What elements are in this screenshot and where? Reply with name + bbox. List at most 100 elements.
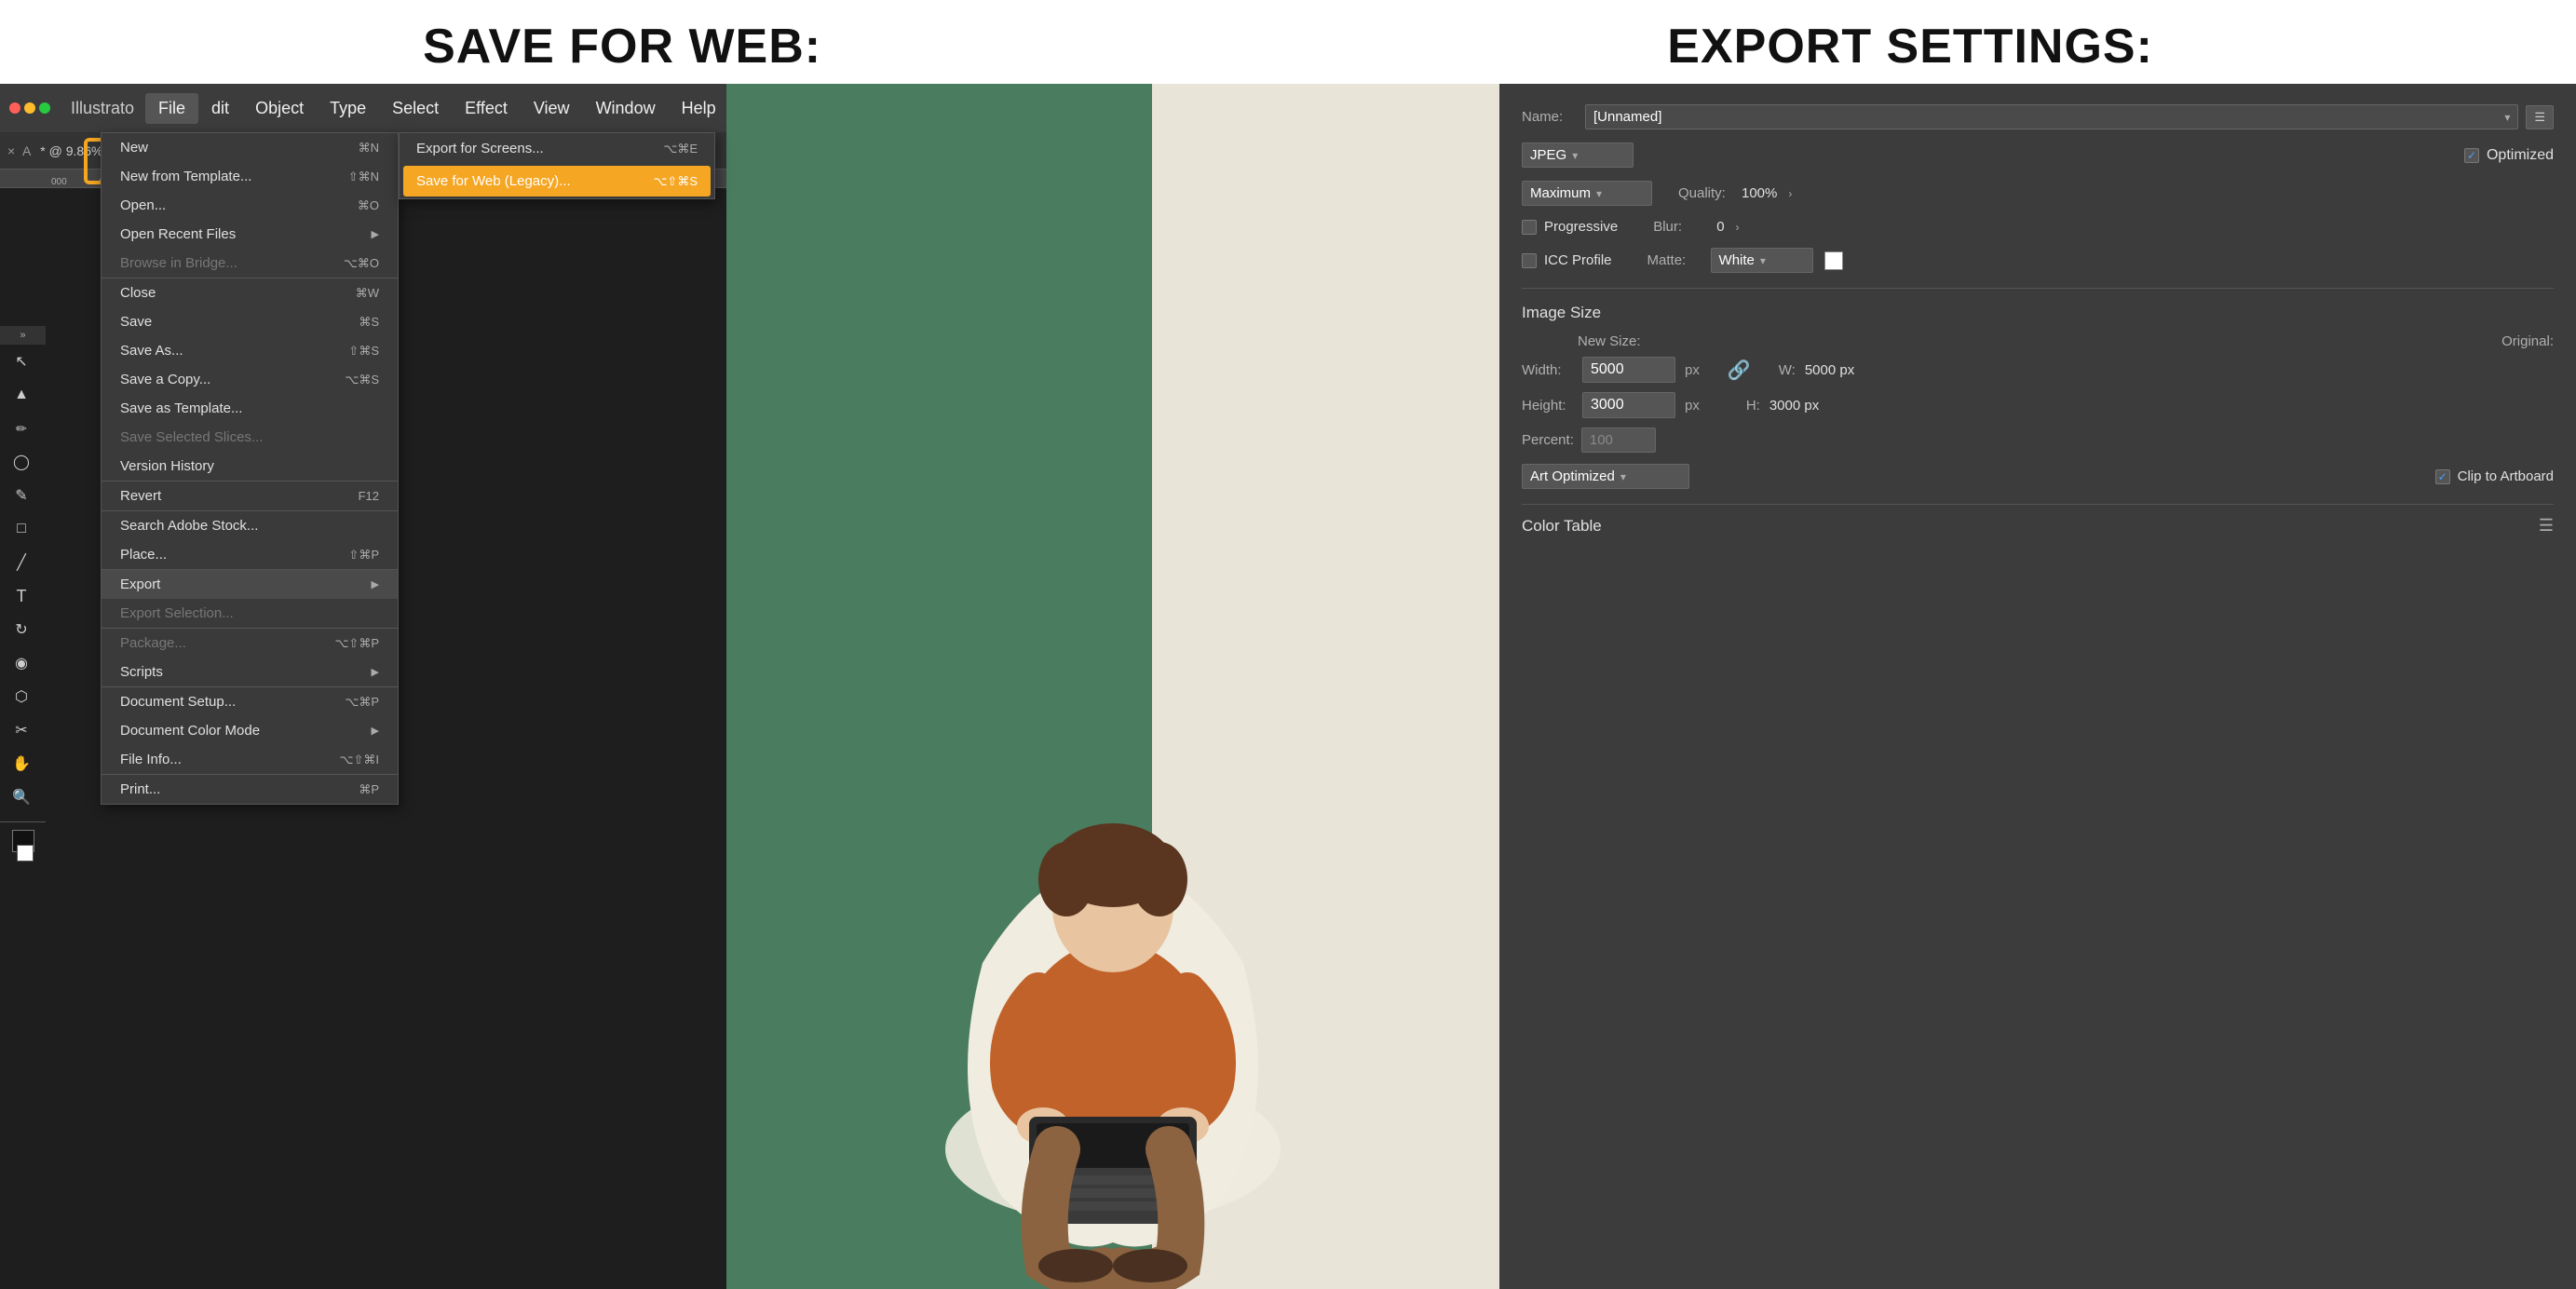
illustration-area	[726, 84, 1499, 1289]
menu-item-package: Package... ⌥⇧⌘P	[102, 628, 398, 658]
optimized-label: Optimized	[2487, 147, 2554, 164]
menu-item-open-recent[interactable]: Open Recent Files	[102, 220, 398, 249]
name-row: Name: [Unnamed] ▾ ☰	[1522, 104, 2554, 129]
menu-item-bridge: Browse in Bridge... ⌥⌘O	[102, 249, 398, 278]
divider-1	[1522, 288, 2554, 289]
maximize-button[interactable]	[39, 102, 50, 114]
original-w-label: W:	[1779, 362, 1796, 378]
matte-color-swatch[interactable]	[1824, 251, 1843, 270]
tool-fill[interactable]: ◉	[0, 646, 43, 680]
matte-label: Matte:	[1647, 252, 1703, 268]
menu-item-version-history[interactable]: Version History	[102, 452, 398, 481]
resample-dropdown[interactable]: Art Optimized ▾	[1522, 464, 1689, 489]
resample-row: Art Optimized ▾ Clip to Artboard	[1522, 464, 2554, 489]
tool-line[interactable]: ╱	[0, 546, 43, 579]
tool-zoom[interactable]: 🔍	[0, 780, 43, 814]
progressive-checkbox[interactable]	[1522, 220, 1537, 235]
menu-bar: Illustrato File dit Object Type Select E…	[0, 84, 726, 132]
menu-select[interactable]: Select	[379, 93, 452, 124]
quality-preset-arrow: ▾	[1596, 187, 1602, 200]
menu-item-export[interactable]: Export	[102, 569, 398, 599]
tool-pen[interactable]: ✏	[0, 412, 43, 445]
menu-item-place[interactable]: Place... ⇧⌘P	[102, 540, 398, 569]
original-h-label: H:	[1746, 398, 1760, 414]
menu-item-doc-setup[interactable]: Document Setup... ⌥⌘P	[102, 686, 398, 716]
image-size-section: Image Size New Size: Original: Width: px…	[1522, 304, 2554, 489]
tool-type[interactable]: T	[0, 579, 43, 613]
percent-row: Percent:	[1522, 427, 2554, 453]
menu-item-save[interactable]: Save ⌘S	[102, 307, 398, 336]
menu-item-close[interactable]: Close ⌘W	[102, 278, 398, 307]
optimized-checkbox[interactable]	[2464, 148, 2479, 163]
menu-item-doc-color[interactable]: Document Color Mode	[102, 716, 398, 745]
menu-file[interactable]: File	[145, 93, 198, 124]
clip-label: Clip to Artboard	[2458, 468, 2554, 484]
name-dropdown-arrow: ▾	[2504, 111, 2510, 124]
menu-item-file-info[interactable]: File Info... ⌥⇧⌘I	[102, 745, 398, 774]
submenu-save-for-web[interactable]: Save for Web (Legacy)... ⌥⇧⌘S	[403, 166, 711, 197]
menu-object[interactable]: Object	[242, 93, 317, 124]
resample-arrow: ▾	[1620, 470, 1626, 483]
close-button[interactable]	[9, 102, 20, 114]
name-dropdown[interactable]: [Unnamed] ▾	[1585, 104, 2518, 129]
save-for-web-heading: SAVE FOR WEB:	[423, 19, 821, 75]
matte-dropdown[interactable]: White ▾	[1711, 248, 1813, 273]
menu-type[interactable]: Type	[317, 93, 379, 124]
tool-direct-select[interactable]: ▲	[0, 378, 43, 412]
original-w-value: 5000 px	[1805, 362, 1854, 378]
format-arrow: ▾	[1572, 149, 1578, 162]
menu-item-open[interactable]: Open... ⌘O	[102, 191, 398, 220]
menu-item-search-stock[interactable]: Search Adobe Stock...	[102, 510, 398, 540]
tool-brush[interactable]: ✎	[0, 479, 43, 512]
illustrator-screenshot: Illustrato File dit Object Type Select E…	[0, 84, 726, 1289]
tool-mesh[interactable]: ⬡	[0, 680, 43, 713]
tool-rect[interactable]: □	[0, 512, 43, 546]
menu-window[interactable]: Window	[583, 93, 669, 124]
menu-item-save-copy[interactable]: Save a Copy... ⌥⌘S	[102, 365, 398, 394]
tool-rotate[interactable]: ↻	[0, 613, 43, 646]
blur-value: 0	[1716, 219, 1724, 235]
color-table-label: Color Table	[1522, 517, 1602, 536]
menu-item-print[interactable]: Print... ⌘P	[102, 774, 398, 804]
progressive-blur-row: Progressive Blur: 0 ›	[1522, 219, 2554, 235]
right-side: Name: [Unnamed] ▾ ☰ JPEG ▾ Optimized	[726, 84, 2576, 1289]
minimize-button[interactable]	[24, 102, 35, 114]
quality-preset-dropdown[interactable]: Maximum ▾	[1522, 181, 1652, 206]
submenu-export-screens[interactable]: Export for Screens... ⌥⌘E	[400, 133, 714, 164]
menu-view[interactable]: View	[521, 93, 583, 124]
export-settings-panel: Name: [Unnamed] ▾ ☰ JPEG ▾ Optimized	[1499, 84, 2576, 1289]
format-dropdown[interactable]: JPEG ▾	[1522, 142, 1634, 168]
person-illustration	[834, 590, 1392, 1289]
percent-label: Percent:	[1522, 432, 1574, 448]
clip-checkbox[interactable]	[2435, 469, 2450, 484]
original-label: Original:	[2501, 333, 2554, 349]
file-dropdown-menu: New ⌘N New from Template... ⇧⌘N Open... …	[101, 132, 399, 805]
quality-chevron: ›	[1788, 187, 1792, 200]
icc-checkbox[interactable]	[1522, 253, 1537, 268]
window-controls	[9, 102, 50, 114]
menu-effect[interactable]: Effect	[452, 93, 521, 124]
height-input[interactable]	[1582, 392, 1675, 418]
menu-edit[interactable]: dit	[198, 93, 242, 124]
progressive-label: Progressive	[1544, 219, 1618, 235]
quality-preset: Maximum	[1530, 185, 1591, 201]
menu-item-scripts[interactable]: Scripts	[102, 658, 398, 686]
menu-item-new[interactable]: New ⌘N	[102, 133, 398, 162]
menu-item-export-selection: Export Selection...	[102, 599, 398, 628]
name-value: [Unnamed]	[1593, 109, 2499, 125]
menu-item-save-as[interactable]: Save As... ⇧⌘S	[102, 336, 398, 365]
width-input[interactable]	[1582, 357, 1675, 383]
width-unit: px	[1685, 362, 1700, 378]
percent-input[interactable]	[1581, 427, 1656, 453]
tool-hand[interactable]: ✋	[0, 747, 43, 780]
height-unit: px	[1685, 398, 1700, 414]
menu-item-revert[interactable]: Revert F12	[102, 481, 398, 510]
tool-ellipse[interactable]: ◯	[0, 445, 43, 479]
tool-select[interactable]: ↖	[0, 345, 43, 378]
tool-scissors[interactable]: ✂	[0, 713, 43, 747]
menu-item-save-template[interactable]: Save as Template...	[102, 394, 398, 423]
menu-item-new-template[interactable]: New from Template... ⇧⌘N	[102, 162, 398, 191]
name-list-btn[interactable]: ☰	[2526, 105, 2554, 129]
format-value: JPEG	[1530, 147, 1566, 163]
menu-help[interactable]: Help	[669, 93, 729, 124]
